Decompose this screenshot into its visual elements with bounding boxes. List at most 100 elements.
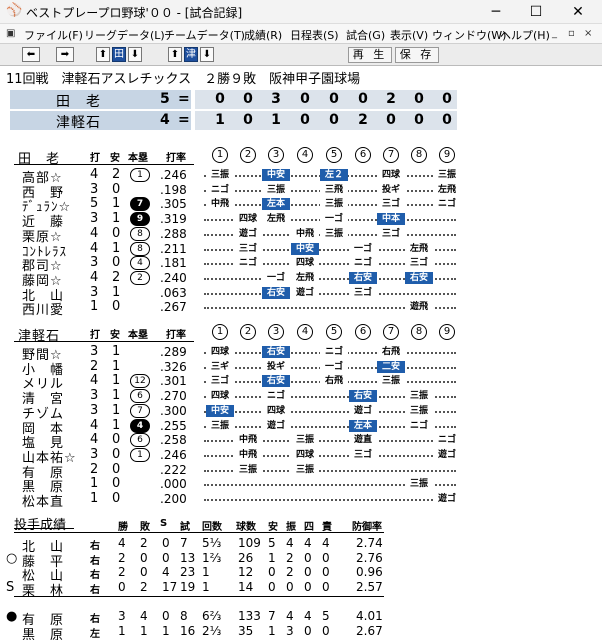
batter-hr-badge: 1 <box>130 447 150 462</box>
batter-ab: 3 <box>90 181 99 197</box>
menu-file[interactable]: ファイル(F) <box>24 27 83 43</box>
save-button[interactable]: 保 存 <box>395 47 439 63</box>
pitching-header: 球数 <box>236 522 256 533</box>
line-team-name: 津軽石 <box>56 115 101 131</box>
team2-up-icon[interactable]: ⬆ <box>168 47 182 62</box>
pitcher-stat: 133 <box>238 609 261 623</box>
mdi-close-button[interactable]: × <box>584 28 592 39</box>
minimize-button[interactable]: ─ <box>476 1 516 23</box>
batter-ab: 1 <box>90 491 99 506</box>
batter-avg: .246 <box>160 168 187 182</box>
mdi-minimize-button[interactable]: _ <box>552 28 557 39</box>
pitcher-stat: 2⅓ <box>202 624 222 638</box>
at-bat-result: 三ゴ <box>349 286 377 299</box>
batter-hits: 0 <box>112 432 121 448</box>
pitcher-hand: 右 <box>90 570 100 581</box>
batter-avg: .267 <box>160 300 187 315</box>
batter-hr-badge: 6 <box>130 433 150 448</box>
at-bat-result: 左飛 <box>433 183 461 196</box>
batter-hits: 0 <box>112 446 121 462</box>
batter-avg: .288 <box>160 226 187 241</box>
pitcher-stat: 4 <box>304 609 312 623</box>
pitcher-stat: 5⅓ <box>202 536 222 550</box>
menu-window[interactable]: ウィンドウ(W) <box>432 27 506 43</box>
at-bat-result: 四球 <box>291 257 319 270</box>
pitcher-stat: 2.57 <box>356 579 383 594</box>
inning-number: 7 <box>383 324 399 340</box>
batter-avg: .305 <box>160 197 187 212</box>
batter-hits: 0 <box>112 225 121 241</box>
at-bat-result: 左飛 <box>262 213 290 226</box>
batter-avg: .200 <box>160 492 187 506</box>
at-bat-result: 三振 <box>405 404 433 417</box>
pitcher-stat: 0 <box>162 609 170 623</box>
pitcher-stat: 2 <box>286 550 294 565</box>
pitcher-stat: 0 <box>268 579 276 594</box>
batter-hits: 1 <box>112 344 121 359</box>
at-bat-result: 四球 <box>262 404 290 417</box>
menu-league-data[interactable]: リーグデータ(L) <box>84 27 165 43</box>
close-button[interactable]: ✕ <box>558 1 598 23</box>
pitcher-stat: 2.74 <box>356 536 383 550</box>
batter-hits: 0 <box>112 299 121 315</box>
at-bat-result: 三ゴ <box>377 198 405 211</box>
batter-avg: .222 <box>160 462 187 477</box>
pitching-header: 安 <box>268 522 278 533</box>
team2-down-icon[interactable]: ⬇ <box>200 47 214 62</box>
batter-hits: 1 <box>112 196 121 212</box>
pitcher-stat: 0 <box>268 565 276 579</box>
inning-score: 0 <box>414 91 424 107</box>
menu-team-data[interactable]: チームデータ(T) <box>164 27 245 43</box>
team1-toggle-button[interactable]: 田 <box>112 47 126 62</box>
at-bat-result: 三振 <box>291 434 319 447</box>
menu-help[interactable]: ヘルプ(H) <box>500 27 550 43</box>
batter-hr-badge: 4 <box>130 256 150 271</box>
batter-ab: 2 <box>90 461 99 477</box>
maximize-button[interactable]: ☐ <box>516 1 556 23</box>
batter-ab: 1 <box>90 299 99 315</box>
at-bat-result: 中飛 <box>234 434 262 447</box>
inning-number: 3 <box>268 147 284 163</box>
team1-down-icon[interactable]: ⬇ <box>128 47 142 62</box>
pitching-header: S <box>160 518 168 529</box>
pitcher-stat: 26 <box>238 550 254 565</box>
team1-up-icon[interactable]: ⬆ <box>96 47 110 62</box>
at-bat-result: ニゴ <box>320 346 348 358</box>
menu-game[interactable]: 試合(G) <box>346 27 385 43</box>
pitcher-stat: 0 <box>322 550 330 565</box>
at-bat-result: 三振 <box>262 183 290 196</box>
team2-toggle-button[interactable]: 津 <box>184 47 198 62</box>
batter-ab: 3 <box>90 388 99 404</box>
inning-score: 1 <box>271 112 281 128</box>
at-bat-result: 左飛 <box>291 271 319 284</box>
document-icon[interactable]: ▣ <box>6 28 15 39</box>
pitcher-stat: 0 <box>304 624 312 638</box>
batter-hits: 0 <box>112 181 121 197</box>
pitcher-stat: 0 <box>322 579 330 594</box>
at-bat-result: 遊ゴ <box>433 493 461 505</box>
batter-ab: 3 <box>90 344 99 359</box>
batter-hr-badge: 8 <box>130 226 150 241</box>
menu-records[interactable]: 成績(R) <box>244 27 282 43</box>
at-bat-result: 右飛 <box>320 375 348 388</box>
replay-button[interactable]: 再 生 <box>348 47 392 63</box>
inning-number: 4 <box>297 147 313 163</box>
pitcher-stat: 5 <box>322 609 330 623</box>
at-bat-result: 一ゴ <box>262 271 290 284</box>
at-bat-result: 中安 <box>206 404 234 417</box>
at-bat-result: ニゴ <box>234 257 262 270</box>
at-bat-result: 三飛 <box>320 183 348 196</box>
inning-number: 6 <box>355 147 371 163</box>
pitcher-stat: 0 <box>162 536 170 550</box>
next-arrow-icon[interactable]: ➡ <box>56 47 74 62</box>
pitcher-hand: 右 <box>90 555 100 567</box>
line-runs-total: 4 <box>160 112 170 128</box>
menu-view[interactable]: 表示(V) <box>390 27 428 43</box>
prev-arrow-icon[interactable]: ⬅ <box>22 47 40 62</box>
menu-schedule[interactable]: 日程表(S) <box>290 27 339 43</box>
pitcher-stat: 1 <box>202 579 210 594</box>
pitcher-stat: 2 <box>140 579 148 594</box>
pitcher-stat: 6⅔ <box>202 609 222 623</box>
header-hits: 安 <box>110 153 120 164</box>
mdi-restore-button[interactable]: ▫ <box>568 28 575 39</box>
